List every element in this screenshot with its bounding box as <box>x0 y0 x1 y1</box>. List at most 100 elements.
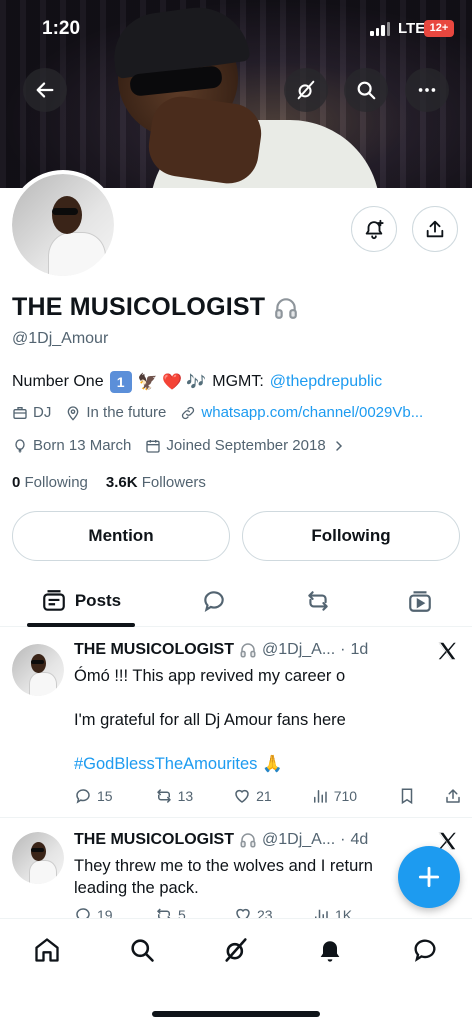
replies-icon <box>204 591 224 613</box>
reposts-icon <box>308 591 328 611</box>
headphones-icon <box>275 297 298 319</box>
category-item: DJ <box>12 404 51 421</box>
media-icon <box>409 591 431 612</box>
search-button[interactable] <box>344 68 388 112</box>
tab-posts[interactable]: Posts <box>27 575 135 627</box>
posts-icon <box>43 590 65 611</box>
location-item: In the future <box>65 404 166 421</box>
views-button[interactable]: 1K <box>312 906 400 918</box>
bell-plus-icon <box>365 219 384 240</box>
like-button[interactable]: 21 <box>233 787 311 805</box>
grok-icon <box>297 80 315 100</box>
notifications-subscribe-button[interactable] <box>351 206 397 252</box>
bio-text: Number One <box>12 373 104 390</box>
calendar-icon <box>146 439 161 453</box>
nav-home[interactable] <box>30 933 64 967</box>
tab-posts-label: Posts <box>74 591 122 610</box>
website-link[interactable]: whatsapp.com/channel/0029Vb... <box>201 404 423 421</box>
plus-icon <box>418 866 440 888</box>
pray-emoji: 🙏 <box>262 755 283 773</box>
profile-meta-row-2: Born 13 March Joined September 2018 <box>12 437 347 454</box>
location-pin-icon <box>68 405 79 421</box>
repost-icon <box>156 908 171 918</box>
status-bar: 1:20 LTE 12+ <box>0 0 472 58</box>
like-button[interactable]: 23 <box>234 906 312 918</box>
post-author-handle: @1Dj_A... <box>262 831 336 848</box>
reply-button[interactable]: 15 <box>74 787 155 805</box>
profile-name-text: THE MUSICOLOGIST <box>12 293 266 321</box>
post-text-line: They threw me to the wolves and I return <box>74 857 373 875</box>
repost-count: 5 <box>178 907 186 918</box>
post-hashtag-line: #GodBlessTheAmourites 🙏 <box>74 753 414 775</box>
reply-icon <box>76 789 90 804</box>
headphones-icon <box>240 833 256 848</box>
chevron-right-icon <box>335 440 342 451</box>
link-icon <box>182 406 195 419</box>
following-button[interactable]: Following <box>242 511 460 561</box>
number-one-emoji: 1 <box>109 371 132 393</box>
more-button[interactable] <box>405 68 449 112</box>
nav-grok[interactable] <box>219 933 253 967</box>
profile-handle: @1Dj_Amour <box>12 330 109 347</box>
back-button[interactable] <box>23 68 67 112</box>
profile-avatar[interactable] <box>8 170 118 280</box>
compose-post-button[interactable] <box>398 846 460 908</box>
post-header: THE MUSICOLOGIST @1Dj_A... · 1d <box>74 641 369 659</box>
post-item[interactable]: THE MUSICOLOGIST @1Dj_A... · 1d Ómó !!! … <box>0 628 472 818</box>
share-icon <box>426 220 444 238</box>
post-author-avatar[interactable] <box>12 644 64 696</box>
repost-button[interactable]: 5 <box>155 906 234 918</box>
status-time: 1:20 <box>42 18 81 39</box>
views-chart-icon <box>313 790 327 803</box>
tab-media[interactable] <box>396 575 444 627</box>
followers-label: Followers <box>141 474 206 491</box>
joined-item[interactable]: Joined September 2018 <box>145 437 346 454</box>
reply-count: 15 <box>97 788 113 804</box>
website-item[interactable]: whatsapp.com/channel/0029Vb... <box>180 404 423 421</box>
post-timestamp: 1d <box>350 641 369 658</box>
reply-button[interactable]: 19 <box>74 906 155 918</box>
following-count-link[interactable]: 0 Following <box>12 474 88 491</box>
view-count: 1K <box>335 907 353 918</box>
followers-count: 3.6K <box>105 474 138 491</box>
repost-button[interactable]: 13 <box>155 787 234 805</box>
following-count: 0 <box>12 474 21 491</box>
battery-icon: 12+ <box>424 20 454 37</box>
grok-button[interactable] <box>284 68 328 112</box>
profile-tabs: Posts <box>0 575 472 627</box>
nav-messages[interactable] <box>408 933 442 967</box>
post-actions: 15 13 21 710 <box>74 787 462 805</box>
post-author-name[interactable]: THE MUSICOLOGIST <box>74 831 234 849</box>
share-icon <box>446 789 460 803</box>
bottom-navigation <box>0 918 472 1024</box>
bio-emoji: 🦅 ❤️ 🎶 <box>137 374 207 391</box>
headphones-icon <box>240 643 256 658</box>
post-actions: 19 5 23 1K <box>74 906 462 918</box>
bookmark-icon <box>402 788 413 805</box>
post-timestamp: 4d <box>350 831 369 848</box>
post-author-name[interactable]: THE MUSICOLOGIST <box>74 641 234 659</box>
network-label: LTE <box>398 20 426 37</box>
post-author-avatar[interactable] <box>12 832 64 884</box>
post-share-button[interactable] <box>444 787 462 805</box>
reply-count: 19 <box>97 907 113 918</box>
share-button[interactable] <box>412 206 458 252</box>
heart-icon <box>236 908 250 918</box>
repost-count: 13 <box>177 788 194 804</box>
bookmark-button[interactable] <box>398 787 444 805</box>
home-indicator <box>152 1011 320 1017</box>
profile-meta-row-1: DJ In the future whatsapp.com/channel/00… <box>12 404 423 421</box>
tab-reposts[interactable] <box>294 575 342 627</box>
mgmt-mention-link[interactable]: @thepdrepublic <box>270 373 382 391</box>
signal-icon <box>370 22 390 36</box>
view-count: 710 <box>333 788 358 804</box>
mention-button[interactable]: Mention <box>12 511 230 561</box>
followers-count-link[interactable]: 3.6K Followers <box>106 474 206 491</box>
tab-replies[interactable] <box>190 575 238 627</box>
birthday-label: Born 13 March <box>33 437 132 454</box>
x-logo-icon <box>438 642 456 660</box>
nav-search[interactable] <box>125 933 159 967</box>
nav-notifications[interactable] <box>313 933 347 967</box>
views-button[interactable]: 710 <box>311 787 399 805</box>
hashtag-link[interactable]: #GodBlessTheAmourites <box>74 755 257 773</box>
